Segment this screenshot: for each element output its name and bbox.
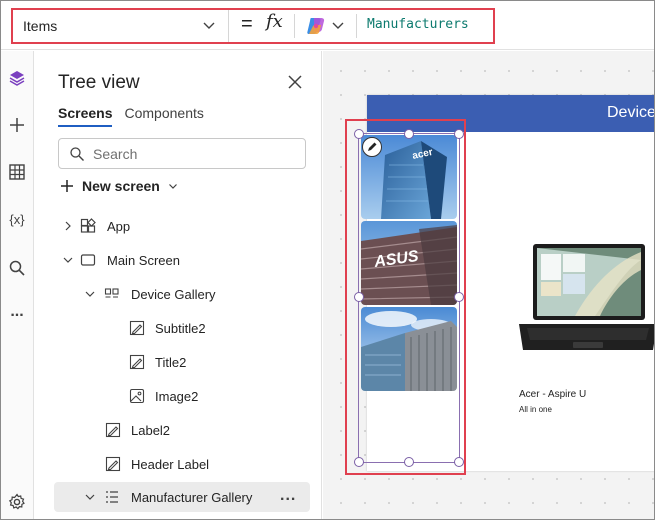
more-icon[interactable]: ...: [6, 301, 28, 323]
tree-item-device-gallery[interactable]: Device Gallery: [42, 279, 322, 309]
tree-item-label: Main Screen: [107, 253, 180, 268]
tree-item-label: Image2: [155, 389, 199, 404]
chevron-down-icon[interactable]: [84, 491, 96, 503]
tree-item-label: App: [107, 219, 131, 234]
search-icon: [70, 147, 84, 161]
tree-item-label: Manufacturer Gallery: [131, 490, 253, 505]
new-screen-label: New screen: [82, 178, 160, 194]
chevron-down-icon: [168, 184, 177, 189]
gallery-highlight-box: [345, 119, 466, 475]
image-icon: [129, 388, 145, 404]
tree-view-title: Tree view: [58, 72, 140, 93]
tree-item-manufacturer-gallery[interactable]: Manufacturer Gallery ...: [54, 482, 310, 512]
tree-item-label: Device Gallery: [131, 287, 216, 302]
tree-item-subtitle2[interactable]: Subtitle2: [42, 313, 322, 343]
gallery-list-icon: [106, 491, 118, 503]
tree-item-app[interactable]: App: [42, 211, 322, 241]
tab-components[interactable]: Components: [124, 105, 203, 127]
label-icon: [105, 456, 121, 472]
laptop-image[interactable]: [515, 240, 655, 358]
device-subtitle[interactable]: All in one: [519, 405, 552, 414]
tree-item-main-screen[interactable]: Main Screen: [42, 245, 322, 275]
plus-icon[interactable]: [6, 114, 28, 136]
label-icon: [129, 320, 145, 336]
tree-item-label: Title2: [155, 355, 187, 370]
tree-item-label2[interactable]: Label2: [42, 415, 322, 445]
tree-view-panel: Tree view Screens Components Search New …: [42, 51, 322, 519]
more-glyph: ...: [10, 303, 24, 320]
search-input[interactable]: Search: [58, 138, 306, 169]
tree-item-image2[interactable]: Image2: [42, 381, 322, 411]
screen-icon: [80, 254, 96, 266]
more-options-icon[interactable]: ...: [280, 487, 296, 505]
app-icon: [80, 218, 96, 233]
variables-glyph: {x}: [9, 211, 25, 227]
tree-item-label: Subtitle2: [155, 321, 206, 336]
formula-highlight-box: [11, 8, 495, 44]
chevron-down-icon[interactable]: [62, 254, 74, 266]
tree-item-label: Header Label: [131, 457, 210, 472]
search-icon[interactable]: [6, 257, 28, 279]
table-icon[interactable]: [6, 161, 28, 183]
tree-tabs: Screens Components: [58, 105, 204, 127]
new-screen-button[interactable]: New screen: [60, 178, 178, 194]
device-title[interactable]: Acer - Aspire U: [519, 389, 586, 400]
close-icon[interactable]: [286, 73, 304, 91]
left-rail: {x} ...: [1, 51, 34, 519]
layers-icon[interactable]: [6, 67, 28, 89]
search-placeholder: Search: [93, 146, 138, 162]
tree-item-header-label[interactable]: Header Label: [42, 449, 322, 479]
label-icon: [105, 422, 121, 438]
settings-icon[interactable]: [6, 491, 28, 513]
tree-item-title2[interactable]: Title2: [42, 347, 322, 377]
tree-item-label: Label2: [131, 423, 171, 438]
formula-bar: Items = fx Manufacturers: [1, 1, 654, 50]
plus-icon: [61, 180, 73, 192]
app-window: Items = fx Manufacturers {x} ... Tree vi…: [0, 0, 655, 520]
tab-screens[interactable]: Screens: [58, 105, 113, 127]
label-icon: [129, 354, 145, 370]
chevron-down-icon[interactable]: [84, 288, 96, 300]
chevron-right-icon[interactable]: [62, 220, 74, 232]
gallery-icon: [104, 288, 119, 298]
variables-icon[interactable]: {x}: [6, 208, 28, 230]
header-label-text: Device: [607, 104, 655, 121]
